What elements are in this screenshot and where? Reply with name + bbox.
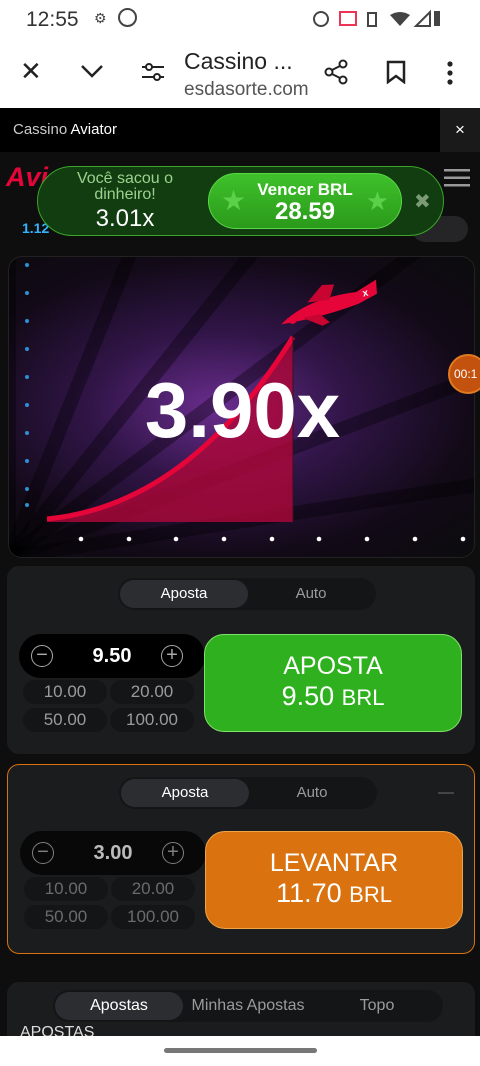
share-icon[interactable] bbox=[324, 59, 348, 85]
quick-amount-chip[interactable]: 100.00 bbox=[111, 905, 195, 929]
tab-topo[interactable]: Topo bbox=[313, 992, 441, 1020]
toast-message-line2: dinheiro! bbox=[94, 186, 156, 203]
bet-panel-2: Aposta Auto − 3.00 + 10.00 20.00 50.00 1… bbox=[7, 764, 475, 954]
win-amount: 28.59 bbox=[274, 198, 336, 225]
bets-list-tabs: Apostas Minhas Apostas Topo bbox=[53, 990, 443, 1022]
close-game-button[interactable]: × bbox=[440, 108, 480, 152]
quick-amount-chip[interactable]: 50.00 bbox=[24, 905, 108, 929]
chevron-down-icon[interactable] bbox=[80, 64, 104, 78]
close-tab-icon[interactable]: ✕ bbox=[20, 56, 42, 87]
game-title-prefix: Cassino bbox=[13, 121, 68, 138]
plus-button[interactable]: + bbox=[162, 842, 184, 864]
place-bet-amount: 9.50 bbox=[281, 681, 335, 711]
quick-amount-chip[interactable]: 20.00 bbox=[111, 877, 195, 901]
aviator-game: Avi 1.12 x 3.90x 00:1 Você sacou o dinhe… bbox=[0, 152, 480, 1036]
current-multiplier: 3.90x bbox=[144, 366, 341, 454]
bookmark-icon[interactable] bbox=[386, 60, 406, 84]
home-gesture-handle[interactable] bbox=[164, 1048, 317, 1053]
tab-aposta[interactable]: Aposta bbox=[121, 779, 249, 807]
bet-amount-stepper: − 9.50 + bbox=[19, 634, 205, 678]
place-bet-currency: BRL bbox=[341, 685, 385, 710]
win-label: Vencer BRL bbox=[257, 180, 353, 199]
status-bar: 12:55 ⚙ bbox=[0, 0, 480, 40]
close-toast-icon[interactable]: ✖ bbox=[414, 189, 431, 214]
tab-aposta[interactable]: Aposta bbox=[120, 580, 248, 608]
minus-button[interactable]: − bbox=[31, 645, 53, 667]
quick-amount-chip[interactable]: 50.00 bbox=[23, 708, 107, 732]
cashout-label: LEVANTAR bbox=[269, 849, 399, 877]
timer-badge[interactable]: 00:1 bbox=[448, 354, 480, 394]
clock: 12:55 bbox=[26, 8, 79, 31]
system-status-icons bbox=[313, 9, 440, 27]
browser-toolbar: ✕ Cassino ... esdasorte.com bbox=[0, 40, 480, 108]
cashout-toast: Você sacou o dinheiro! 3.01x ★ ★ Vencer … bbox=[37, 166, 444, 236]
tab-minhas-apostas[interactable]: Minhas Apostas bbox=[183, 992, 313, 1020]
bets-list-panel: Apostas Minhas Apostas Topo APOSTAS bbox=[7, 982, 475, 1036]
system-nav-bar bbox=[0, 1036, 480, 1066]
minus-button[interactable]: − bbox=[32, 842, 54, 864]
win-amount-pill: ★ ★ Vencer BRL 28.59 bbox=[208, 173, 402, 229]
tab-apostas[interactable]: Apostas bbox=[55, 992, 183, 1020]
place-bet-label: APOSTA bbox=[283, 652, 383, 680]
notification-icon: ⚙ bbox=[94, 10, 107, 26]
bet-amount-value[interactable]: 9.50 bbox=[59, 634, 165, 678]
whatsapp-icon bbox=[118, 8, 137, 27]
bet-panel-1: Aposta Auto − 9.50 + 10.00 20.00 50.00 1… bbox=[7, 566, 475, 754]
remove-panel-icon[interactable] bbox=[438, 792, 454, 794]
game-title-name: Aviator bbox=[70, 121, 117, 138]
page-url[interactable]: esdasorte.com bbox=[184, 79, 309, 101]
menu-icon[interactable] bbox=[444, 168, 470, 188]
quick-amount-chip[interactable]: 10.00 bbox=[24, 877, 108, 901]
tab-auto[interactable]: Auto bbox=[248, 580, 374, 608]
more-options-icon[interactable] bbox=[446, 60, 454, 86]
bet-amount-value[interactable]: 3.00 bbox=[60, 831, 166, 875]
place-bet-button[interactable]: APOSTA 9.50 BRL bbox=[204, 634, 462, 732]
flight-area: x 3.90x bbox=[8, 256, 475, 558]
cashout-button[interactable]: LEVANTAR 11.70 BRL bbox=[205, 831, 463, 929]
quick-amount-chip[interactable]: 10.00 bbox=[23, 680, 107, 704]
toast-multiplier: 3.01x bbox=[95, 205, 155, 232]
quick-amount-chip[interactable]: 20.00 bbox=[110, 680, 194, 704]
site-settings-icon[interactable] bbox=[142, 62, 164, 82]
bet-mode-tabs: Aposta Auto bbox=[119, 777, 377, 809]
quick-amount-chip[interactable]: 100.00 bbox=[110, 708, 194, 732]
bet-amount-stepper: − 3.00 + bbox=[20, 831, 206, 875]
page-title: Cassino ... bbox=[184, 48, 293, 74]
plus-button[interactable]: + bbox=[161, 645, 183, 667]
bet-mode-tabs: Aposta Auto bbox=[118, 578, 376, 610]
game-title-bar: Cassino Aviator × bbox=[0, 108, 480, 152]
cashout-currency: BRL bbox=[349, 882, 392, 907]
tab-auto[interactable]: Auto bbox=[249, 779, 375, 807]
cashout-amount: 11.70 bbox=[276, 878, 342, 908]
bets-section-title: APOSTAS bbox=[20, 1024, 95, 1036]
game-title: Cassino Aviator bbox=[13, 121, 117, 138]
toast-message-line1: Você sacou o bbox=[76, 170, 174, 187]
